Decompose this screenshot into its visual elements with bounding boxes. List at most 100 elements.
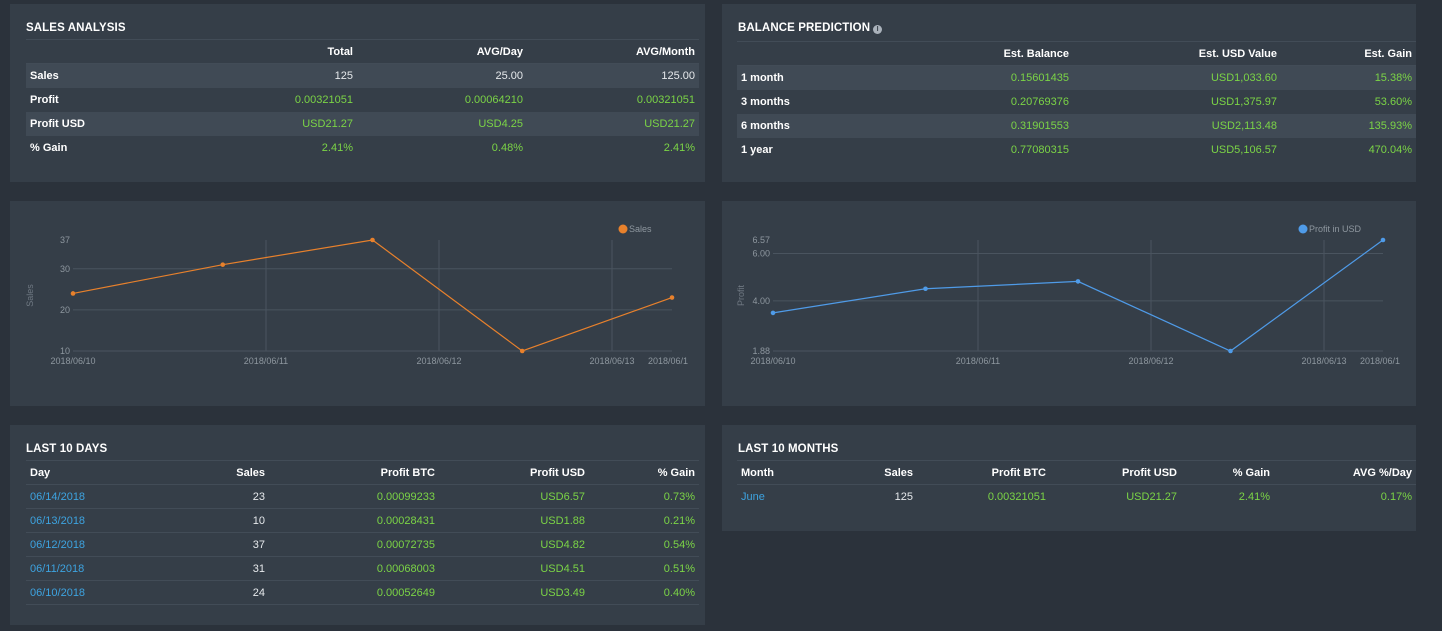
data-point xyxy=(220,262,226,267)
cell-value: 0.00064210 xyxy=(464,93,523,106)
table-row: 6 months 0.31901553 USD2,113.48 135.93% xyxy=(737,113,1416,138)
cell-value: USD3.49 xyxy=(439,580,589,605)
series-line xyxy=(72,239,673,352)
last-10-months-table: Month Sales Profit BTC Profit USD % Gain… xyxy=(737,460,1416,509)
cell-value: 125.00 xyxy=(527,63,699,88)
balance-prediction-panel: BALANCE PREDICTION i Est. Balance Est. US… xyxy=(722,4,1416,182)
row-label: 3 months xyxy=(741,95,790,108)
y-tick-label: 4.00 xyxy=(752,296,770,306)
table-row: 1 year 0.77080315 USD5,106.57 470.04% xyxy=(737,138,1416,162)
y-tick-label: 30 xyxy=(60,264,70,274)
cell-value: 125 xyxy=(894,490,913,503)
x-tick-label: 2018/06/10 xyxy=(50,356,95,366)
column-header: Sales xyxy=(156,460,269,485)
row-label: % Gain xyxy=(30,141,68,154)
sales-line-chart: 37 30 20 102018/06/10 2018/06/11 2018/06/12 20… xyxy=(25,224,688,366)
sales-analysis-table: Total AVG/Day AVG/Month Sales 125 25.00 … xyxy=(26,39,699,160)
info-circle-icon[interactable]: i xyxy=(873,25,883,34)
column-header: Profit BTC xyxy=(269,460,439,485)
last-10-days-table: Day Sales Profit BTC Profit USD % Gain 0… xyxy=(26,460,699,605)
data-point xyxy=(1380,237,1386,243)
cell-value: 10 xyxy=(156,508,269,533)
row-label: Sales xyxy=(26,63,216,88)
cell-value: USD5,106.57 xyxy=(1210,143,1277,156)
legend-label: Profit in USD xyxy=(1309,224,1362,234)
data-point xyxy=(519,348,525,354)
data-point xyxy=(370,237,375,243)
table-row: Profit 0.00321051 0.00064210 0.00321051 xyxy=(26,88,699,112)
cell-value: USD1,033.60 xyxy=(1073,65,1281,90)
data-point xyxy=(70,291,76,296)
table-row: % Gain 2.41% 0.48% 2.41% xyxy=(26,136,699,160)
y-tick-label: 6.00 xyxy=(752,248,770,258)
panel-title-text: BALANCE PREDICTION xyxy=(738,22,871,34)
column-header xyxy=(26,39,216,64)
cell-value: 0.21% xyxy=(589,508,699,533)
series-line xyxy=(772,239,1384,352)
data-point xyxy=(669,295,675,300)
cell-value: 125 xyxy=(216,63,357,88)
sales-chart-panel: 37 30 20 10 2018/06/10 2018/06/11 2018/06/12 20… xyxy=(10,201,705,406)
profit-chart-panel: 6.57 6.00 4.00 1.88 2018/06/10 2018/06/11 2018… xyxy=(722,201,1416,406)
cell-value: 2.41% xyxy=(663,141,695,154)
cell-value: 0.00028431 xyxy=(269,508,439,533)
sales-analysis-panel: SALES ANALYSIS Total AVG/Day AVG/Month S… xyxy=(10,4,705,182)
legend-marker xyxy=(618,224,628,234)
day-link[interactable]: 06/10/2018 xyxy=(26,580,156,605)
table-row: 3 months 0.20769376 USD1,375.97 53.60% xyxy=(737,90,1416,114)
cell-value: 37 xyxy=(156,532,269,557)
month-link[interactable]: June xyxy=(737,485,817,509)
cell-value: 2.41% xyxy=(321,141,353,154)
table-row: June 125 0.00321051 USD21.27 2.41% 0.17% xyxy=(737,485,1416,509)
profit-line-chart: 6.57 6.00 4.00 1.882018/06/10 2018/06/11 2018… xyxy=(736,224,1400,366)
cell-value: 0.00052649 xyxy=(269,580,439,605)
table-row: Profit USD USD21.27 USD4.25 USD21.27 xyxy=(26,111,699,136)
column-header: AVG/Month xyxy=(527,39,699,64)
y-tick-label: 1.88 xyxy=(752,346,770,356)
y-tick-label: 6.57 xyxy=(752,235,770,245)
cell-value: 0.00321051 xyxy=(294,93,353,106)
cell-value: 0.51% xyxy=(589,556,699,581)
column-header: AVG/Day xyxy=(357,39,527,64)
cell-value: USD2,113.48 xyxy=(1073,113,1281,138)
x-tick-label: 2018/06/11 xyxy=(956,356,1000,366)
table-row: 06/10/2018 24 0.00052649 USD3.49 0.40% xyxy=(26,580,699,605)
panel-title: LAST 10 MONTHS xyxy=(738,443,839,455)
day-link[interactable]: 06/14/2018 xyxy=(26,484,156,509)
legend-marker xyxy=(1298,224,1308,234)
column-header: Day xyxy=(26,460,156,485)
x-tick-label: 2018/06/13 xyxy=(1301,356,1346,366)
table-row: 06/11/2018 31 0.00068003 USD4.51 0.51% xyxy=(26,556,699,581)
column-header: Est. Gain xyxy=(1281,41,1416,66)
column-header xyxy=(737,41,897,66)
cell-value: 25.00 xyxy=(357,63,527,88)
data-point xyxy=(1075,279,1081,284)
y-tick-label: 10 xyxy=(60,346,70,356)
day-link[interactable]: 06/11/2018 xyxy=(26,556,156,581)
x-tick-label: 2018/06/12 xyxy=(416,356,461,366)
legend-label: Sales xyxy=(629,224,652,234)
cell-value: 31 xyxy=(156,556,269,581)
cell-value: 135.93% xyxy=(1281,113,1416,138)
cell-value: 2.41% xyxy=(1238,490,1270,503)
cell-value: 0.00321051 xyxy=(987,490,1046,503)
cell-value: USD21.27 xyxy=(1126,490,1177,503)
column-header: Sales xyxy=(817,460,917,485)
x-tick-label: 2018/06/13 xyxy=(589,356,634,366)
x-tick-label: 2018/06/1 xyxy=(1360,356,1400,366)
day-link[interactable]: 06/12/2018 xyxy=(26,532,156,557)
cell-value: 0.40% xyxy=(589,580,699,605)
cell-value: 0.00072735 xyxy=(269,532,439,557)
cell-value: 0.48% xyxy=(491,141,523,154)
day-link[interactable]: 06/13/2018 xyxy=(26,508,156,533)
cell-value: 0.00321051 xyxy=(636,93,695,106)
cell-value: 0.15601435 xyxy=(897,65,1073,90)
y-axis-label: Sales xyxy=(25,284,35,307)
cell-value: USD1,375.97 xyxy=(1210,95,1277,108)
column-header: Profit USD xyxy=(1050,460,1181,485)
cell-value: 0.31901553 xyxy=(897,113,1073,138)
column-header: Total xyxy=(216,39,357,64)
last-10-months-panel: LAST 10 MONTHS Month Sales Profit BTC Pr… xyxy=(722,425,1416,531)
cell-value: 0.00099233 xyxy=(269,484,439,509)
table-row: 06/13/2018 10 0.00028431 USD1.88 0.21% xyxy=(26,508,699,533)
